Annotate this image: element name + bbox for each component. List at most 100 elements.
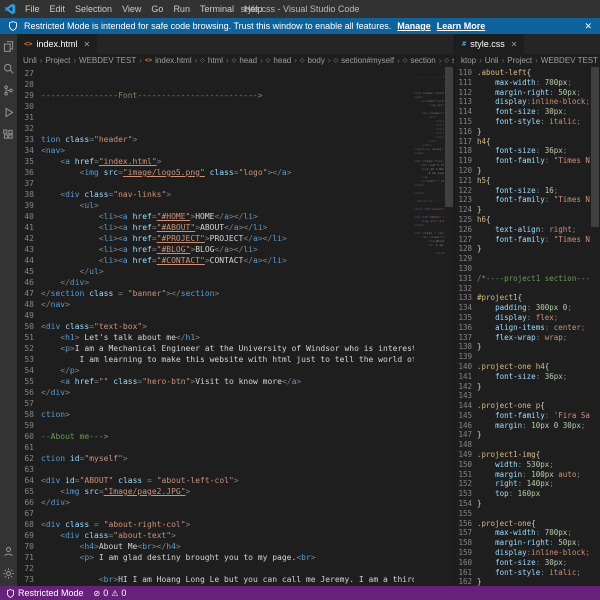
code-line-63[interactable]: 63 (17, 464, 414, 475)
settings-gear-icon[interactable] (2, 567, 15, 580)
breadcrumb-item[interactable]: head (273, 56, 291, 65)
code-line-72[interactable]: 72 (17, 563, 414, 574)
code-line-29[interactable]: 29 ----------------Font------------------… (17, 90, 414, 101)
breadcrumb-item[interactable]: index.html (155, 56, 191, 65)
code-line-52[interactable]: 52 <p>I am a Mechanical Engineer at the … (17, 343, 414, 354)
menu-go[interactable]: Go (146, 4, 168, 14)
breadcrumb-item[interactable]: body (308, 56, 325, 65)
breadcrumb-item[interactable]: WEBDEV TEST (79, 56, 136, 65)
status-problems[interactable]: ⊘ 0 ⚠ 0 (94, 588, 127, 598)
code-line-144[interactable]: 144 .project-one p{ (455, 401, 590, 411)
code-line-137[interactable]: 137 flex-wrap: wrap; (455, 333, 590, 343)
menu-edit[interactable]: Edit (45, 4, 71, 14)
code-line-135[interactable]: 135 display: flex; (455, 313, 590, 323)
tab-style-css[interactable]: # style.css ✕ (455, 34, 526, 54)
code-line-57[interactable]: 57 (17, 398, 414, 409)
code-line-155[interactable]: 155 (455, 509, 590, 519)
menu-terminal[interactable]: Terminal (195, 4, 239, 14)
code-line-36[interactable]: 36 <img src="image/logo5.png" class="log… (17, 167, 414, 178)
code-line-58[interactable]: 58 ction> (17, 409, 414, 420)
code-line-131[interactable]: 131/*----project1 section-----*/ (455, 274, 590, 284)
code-line-122[interactable]: 122 font-size: 16; (455, 186, 590, 196)
banner-learn-more-link[interactable]: Learn More (437, 21, 486, 31)
code-line-31[interactable]: 31 (17, 112, 414, 123)
code-line-61[interactable]: 61 (17, 442, 414, 453)
breadcrumb-item[interactable]: WEBDEV TEST (541, 56, 598, 65)
code-line-60[interactable]: 60 --About me---> (17, 431, 414, 442)
code-line-38[interactable]: 38 <div class="nav-links"> (17, 189, 414, 200)
source-control-icon[interactable] (2, 84, 15, 97)
code-line-51[interactable]: 51 <h1> Let's talk about me</h1> (17, 332, 414, 343)
menu-selection[interactable]: Selection (70, 4, 117, 14)
code-line-112[interactable]: 112 margin-right: 50px; (455, 88, 590, 98)
code-line-117[interactable]: 117 h4{ (455, 137, 590, 147)
code-line-152[interactable]: 152 right: 140px; (455, 479, 590, 489)
run-debug-icon[interactable] (2, 106, 15, 119)
code-line-46[interactable]: 46 </div> (17, 277, 414, 288)
close-icon[interactable]: ✕ (511, 40, 518, 49)
code-line-43[interactable]: 43 <li><a href="#BLOG">BLOG</a></li> (17, 244, 414, 255)
code-line-127[interactable]: 127 font-family: "Times New Roman (455, 235, 590, 245)
code-line-138[interactable]: 138} (455, 342, 590, 352)
search-icon[interactable] (2, 62, 15, 75)
code-area-html[interactable]: 27 28 29 ----------------Font--------------… (17, 67, 414, 586)
code-line-65[interactable]: 65 <img src="Image/page2.JPG"> (17, 486, 414, 497)
code-line-53[interactable]: 53 I am learning to make this website wi… (17, 354, 414, 365)
extensions-icon[interactable] (2, 128, 15, 141)
code-line-73[interactable]: 73 <br>HI I am Hoang Long Le but you can… (17, 574, 414, 585)
status-restricted-mode[interactable]: Restricted Mode (6, 588, 84, 598)
breadcrumb-item[interactable]: ktop (461, 56, 476, 65)
code-line-71[interactable]: 71 <p> I am glad destiny brought you to … (17, 552, 414, 563)
breadcrumb-item[interactable]: Unli (485, 56, 499, 65)
code-line-124[interactable]: 124} (455, 205, 590, 215)
code-line-70[interactable]: 70 <h4>About Me<br></h4> (17, 541, 414, 552)
breadcrumb-item[interactable]: Project (45, 56, 70, 65)
code-line-129[interactable]: 129 (455, 254, 590, 264)
code-line-150[interactable]: 150 width: 530px; (455, 460, 590, 470)
code-line-33[interactable]: 33 tion class="header"> (17, 134, 414, 145)
code-line-56[interactable]: 56 </div> (17, 387, 414, 398)
code-line-142[interactable]: 142} (455, 382, 590, 392)
scrollbar-left[interactable] (444, 67, 454, 586)
code-line-50[interactable]: 50 <div class="text-box"> (17, 321, 414, 332)
code-line-132[interactable]: 132 (455, 284, 590, 294)
code-line-145[interactable]: 145 font-family: 'Fira Sans Conde (455, 411, 590, 421)
menu-file[interactable]: File (20, 4, 45, 14)
code-line-40[interactable]: 40 <li><a href="#HOME">HOME</a></li> (17, 211, 414, 222)
code-line-118[interactable]: 118 font-size: 36px; (455, 146, 590, 156)
banner-close-icon[interactable]: ✕ (584, 21, 592, 32)
breadcrumb-item[interactable]: Unli (23, 56, 37, 65)
code-line-44[interactable]: 44 <li><a href="#CONTACT">CONTACT</a></l… (17, 255, 414, 266)
code-line-159[interactable]: 159 display:inline-block; (455, 548, 590, 558)
banner-manage-link[interactable]: Manage (397, 21, 431, 31)
code-line-153[interactable]: 153 top: 160px (455, 489, 590, 499)
editor-index-html[interactable]: 27 28 29 ----------------Font--------------… (17, 67, 454, 586)
code-line-54[interactable]: 54 </p> (17, 365, 414, 376)
code-line-67[interactable]: 67 (17, 508, 414, 519)
code-line-154[interactable]: 154} (455, 499, 590, 509)
code-line-146[interactable]: 146 margin: 10px 0 30px; (455, 421, 590, 431)
code-line-140[interactable]: 140 .project-one h4{ (455, 362, 590, 372)
code-line-133[interactable]: 133 #project1{ (455, 293, 590, 303)
code-line-37[interactable]: 37 (17, 178, 414, 189)
code-line-47[interactable]: 47 </section class = "banner"></section> (17, 288, 414, 299)
code-line-160[interactable]: 160 font-size: 30px; (455, 558, 590, 568)
code-line-119[interactable]: 119 font-family: "Times New Roman (455, 156, 590, 166)
menu-help[interactable]: Help (239, 4, 268, 14)
code-line-35[interactable]: 35 <a href="index.html"> (17, 156, 414, 167)
code-line-147[interactable]: 147} (455, 430, 590, 440)
tab-index-html[interactable]: <> index.html ✕ (17, 34, 99, 54)
scrollbar-right[interactable] (590, 67, 600, 586)
code-line-32[interactable]: 32 (17, 123, 414, 134)
code-line-139[interactable]: 139 (455, 352, 590, 362)
code-line-110[interactable]: 110 .about-left{ (455, 68, 590, 78)
code-line-123[interactable]: 123 font-family: "Times New Roman (455, 195, 590, 205)
code-line-39[interactable]: 39 <ul> (17, 200, 414, 211)
code-line-34[interactable]: 34 <nav> (17, 145, 414, 156)
code-line-126[interactable]: 126 text-align: right; (455, 225, 590, 235)
code-line-28[interactable]: 28 (17, 79, 414, 90)
code-line-151[interactable]: 151 margin: 100px auto; (455, 470, 590, 480)
minimap[interactable]: ----------------Font--------------------… (414, 67, 444, 586)
code-line-59[interactable]: 59 (17, 420, 414, 431)
breadcrumb-item[interactable]: section (410, 56, 435, 65)
